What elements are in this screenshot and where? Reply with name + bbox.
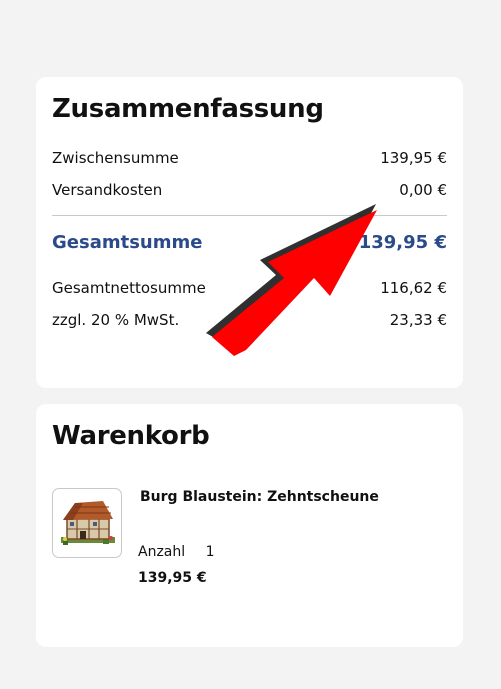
- net-total-label: Gesamtnettosumme: [52, 279, 206, 297]
- shipping-row: Versandkosten 0,00 €: [52, 181, 447, 199]
- summary-card: Zusammenfassung Zwischensumme 139,95 € V…: [36, 77, 463, 388]
- subtotal-label: Zwischensumme: [52, 149, 179, 167]
- building-model-icon: [61, 501, 115, 545]
- total-value: 139,95 €: [358, 232, 447, 253]
- summary-divider: [52, 215, 447, 216]
- product-thumbnail[interactable]: [52, 488, 122, 558]
- quantity-label: Anzahl: [138, 544, 186, 560]
- shipping-value: 0,00 €: [399, 181, 447, 199]
- total-row: Gesamtsumme 139,95 €: [52, 232, 447, 253]
- shipping-label: Versandkosten: [52, 181, 163, 199]
- subtotal-value: 139,95 €: [380, 149, 447, 167]
- summary-title: Zusammenfassung: [52, 94, 324, 124]
- vat-value: 23,33 €: [389, 311, 447, 329]
- vat-label: zzgl. 20 % MwSt.: [52, 311, 180, 329]
- subtotal-row: Zwischensumme 139,95 €: [52, 149, 447, 167]
- net-total-value: 116,62 €: [380, 279, 447, 297]
- total-label: Gesamtsumme: [52, 232, 203, 253]
- quantity-row: Anzahl 1: [138, 544, 215, 560]
- product-price: 139,95 €: [138, 570, 207, 586]
- cart-card: Warenkorb Burg Blaustein: Zehntscheune A…: [36, 404, 463, 647]
- product-name[interactable]: Burg Blaustein: Zehntscheune: [140, 489, 379, 505]
- vat-row: zzgl. 20 % MwSt. 23,33 €: [52, 311, 447, 329]
- net-total-row: Gesamtnettosumme 116,62 €: [52, 279, 447, 297]
- quantity-value: 1: [205, 544, 215, 560]
- cart-title: Warenkorb: [52, 421, 210, 451]
